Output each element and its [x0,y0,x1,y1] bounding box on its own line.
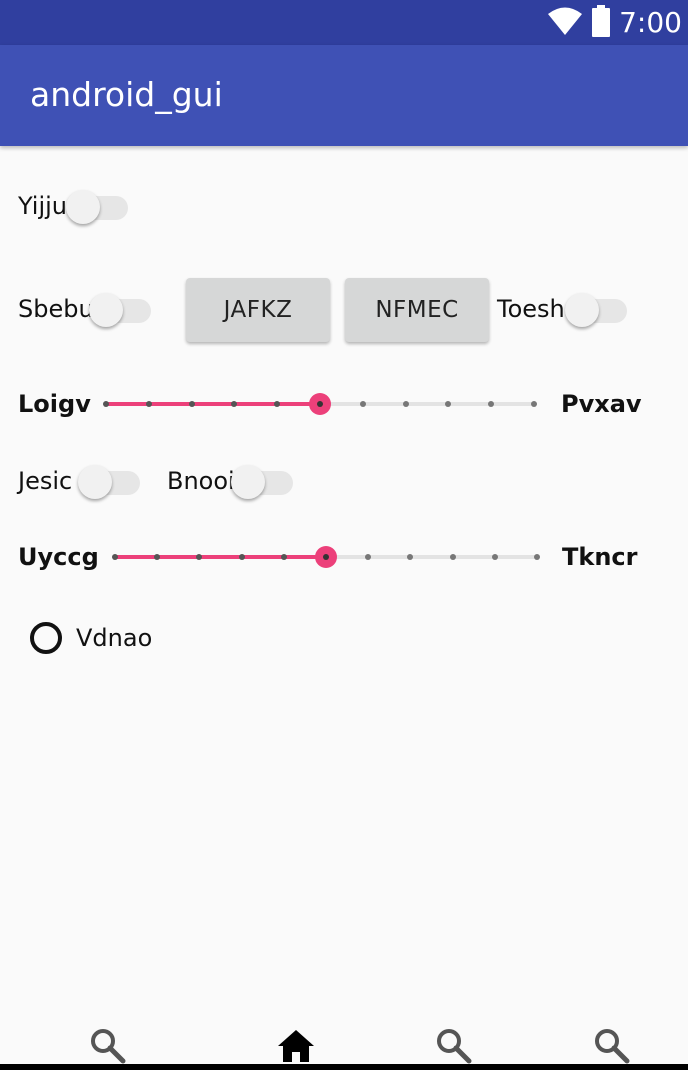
slider-thumb[interactable] [315,546,337,568]
search-icon[interactable] [434,1026,474,1066]
radio-vdnao[interactable] [30,622,62,654]
switch-label-sbebu: Sbebu [18,295,94,323]
slider-tick [196,554,203,560]
switch-toesh[interactable] [565,293,629,327]
slider-tick [274,401,281,407]
switch-thumb [565,293,599,327]
app-title: android_gui [30,75,223,114]
slider-tick [407,554,414,560]
slider-loigv[interactable] [103,389,537,419]
switch-bnooi[interactable] [231,465,295,499]
app-bar: android_gui [0,45,688,146]
slider-left-label-uyccg: Uyccg [18,543,99,571]
slider-tick [491,554,498,560]
system-nav-bar [0,1064,688,1070]
slider-tick [445,401,452,407]
switch-thumb [231,465,265,499]
slider-tick [188,401,195,407]
slider-tick [534,554,540,560]
slider-left-label-loigv: Loigv [18,390,91,418]
status-icons: 7:00 [547,5,682,41]
search-icon[interactable] [592,1026,632,1066]
slider-tick [449,554,456,560]
slider-tick [531,401,537,407]
slider-right-label-pvxav: Pvxav [561,390,642,418]
slider-tick [280,554,287,560]
home-icon[interactable] [276,1026,316,1066]
switch-jesic[interactable] [78,465,142,499]
radio-label-vdnao: Vdnao [76,624,153,652]
slider-fill [115,555,326,559]
switch-label-yijju: Yijju [18,192,68,220]
switch-label-toesh: Toesh [497,295,565,323]
slider-tick [145,401,152,407]
search-icon[interactable] [88,1026,128,1066]
jafkz-button[interactable]: JAFKZ [186,278,330,342]
status-time: 7:00 [619,6,682,39]
switch-yijju[interactable] [66,190,130,224]
slider-fill [106,402,320,406]
slider-tick [402,401,409,407]
slider-right-label-tkncr: Tkncr [562,543,638,571]
slider-tick [359,401,366,407]
slider-tick [488,401,495,407]
switch-thumb [66,190,100,224]
wifi-icon [547,6,583,40]
slider-thumb[interactable] [309,393,331,415]
bottom-nav [0,1010,688,1070]
slider-tick [231,401,238,407]
switch-label-bnooi: Bnooi [167,467,235,495]
status-bar: 7:00 [0,0,688,45]
slider-tick [154,554,161,560]
slider-tick [238,554,245,560]
switch-thumb [78,465,112,499]
switch-thumb [89,293,123,327]
battery-icon [591,5,611,41]
slider-tick [103,401,109,407]
slider-tick [365,554,372,560]
switch-sbebu[interactable] [89,293,153,327]
slider-tick [112,554,118,560]
nfmec-button[interactable]: NFMEC [345,278,489,342]
switch-label-jesic: Jesic [18,467,73,495]
slider-uyccg[interactable] [112,542,540,572]
